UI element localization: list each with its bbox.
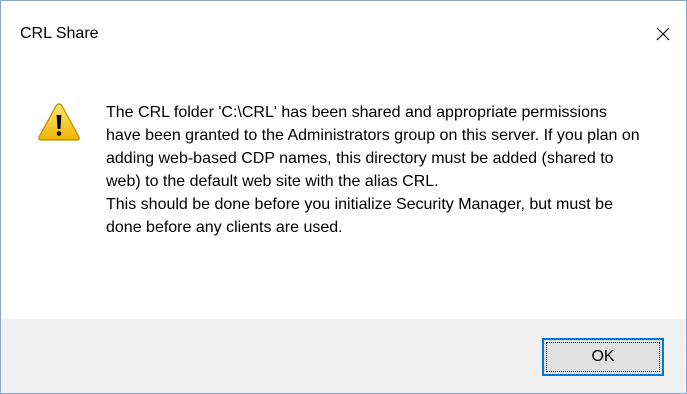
close-button[interactable] — [640, 1, 686, 67]
dialog-title: CRL Share — [20, 25, 99, 42]
message-paragraph-2: This should be done before you initializ… — [106, 196, 613, 236]
ok-button-label: OK — [546, 342, 660, 372]
ok-button[interactable]: OK — [542, 338, 664, 376]
dialog-message: The CRL folder 'C:\CRL' has been shared … — [106, 101, 646, 239]
warning-icon — [38, 103, 80, 141]
close-icon — [656, 27, 670, 41]
button-bar: OK — [1, 319, 686, 393]
message-paragraph-1: The CRL folder 'C:\CRL' has been shared … — [106, 104, 640, 190]
title-bar[interactable]: CRL Share — [1, 1, 686, 67]
dialog-content: The CRL folder 'C:\CRL' has been shared … — [1, 67, 686, 319]
message-dialog: CRL Share The CRL folder 'C:\CRL' has be… — [0, 0, 687, 394]
